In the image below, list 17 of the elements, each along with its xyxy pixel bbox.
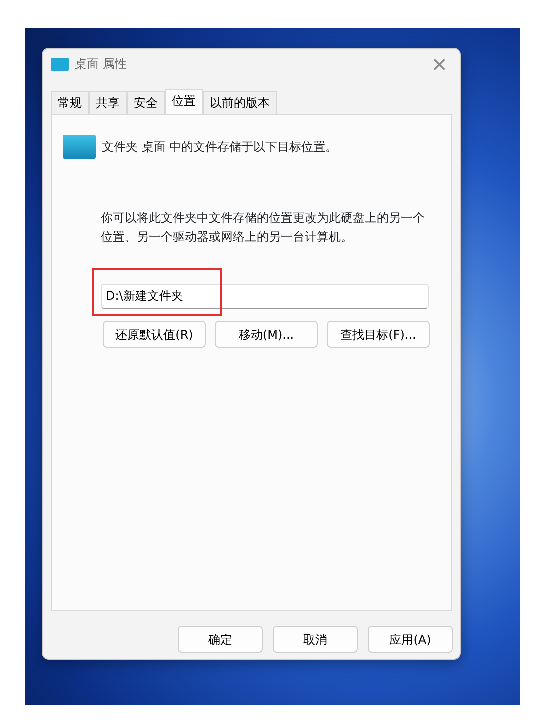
dialog-button[interactable]: 取消	[273, 626, 358, 653]
tab[interactable]: 位置	[165, 89, 203, 114]
location-info-text: 文件夹 桌面 中的文件存储于以下目标位置。	[102, 139, 338, 156]
tab[interactable]: 共享	[89, 91, 127, 114]
window-title: 桌面 属性	[75, 56, 127, 73]
location-button[interactable]: 移动(M)...	[215, 321, 318, 348]
path-field[interactable]: D:\新建文件夹	[101, 284, 429, 310]
folder-icon	[63, 135, 96, 159]
folder-icon	[51, 58, 69, 70]
tab[interactable]: 常规	[51, 91, 89, 114]
dialog-button[interactable]: 确定	[178, 626, 263, 653]
tab[interactable]: 以前的版本	[203, 91, 277, 114]
description-text: 你可以将此文件夹中文件存储的位置更改为此硬盘上的另一个位置、另一个驱动器或网络上的另一台计算机。	[101, 210, 426, 246]
location-button[interactable]: 还原默认值(R)	[103, 321, 206, 348]
location-button[interactable]: 查找目标(F)...	[327, 321, 430, 348]
tab[interactable]: 安全	[127, 91, 165, 114]
dialog-button[interactable]: 应用(A)	[368, 626, 453, 653]
